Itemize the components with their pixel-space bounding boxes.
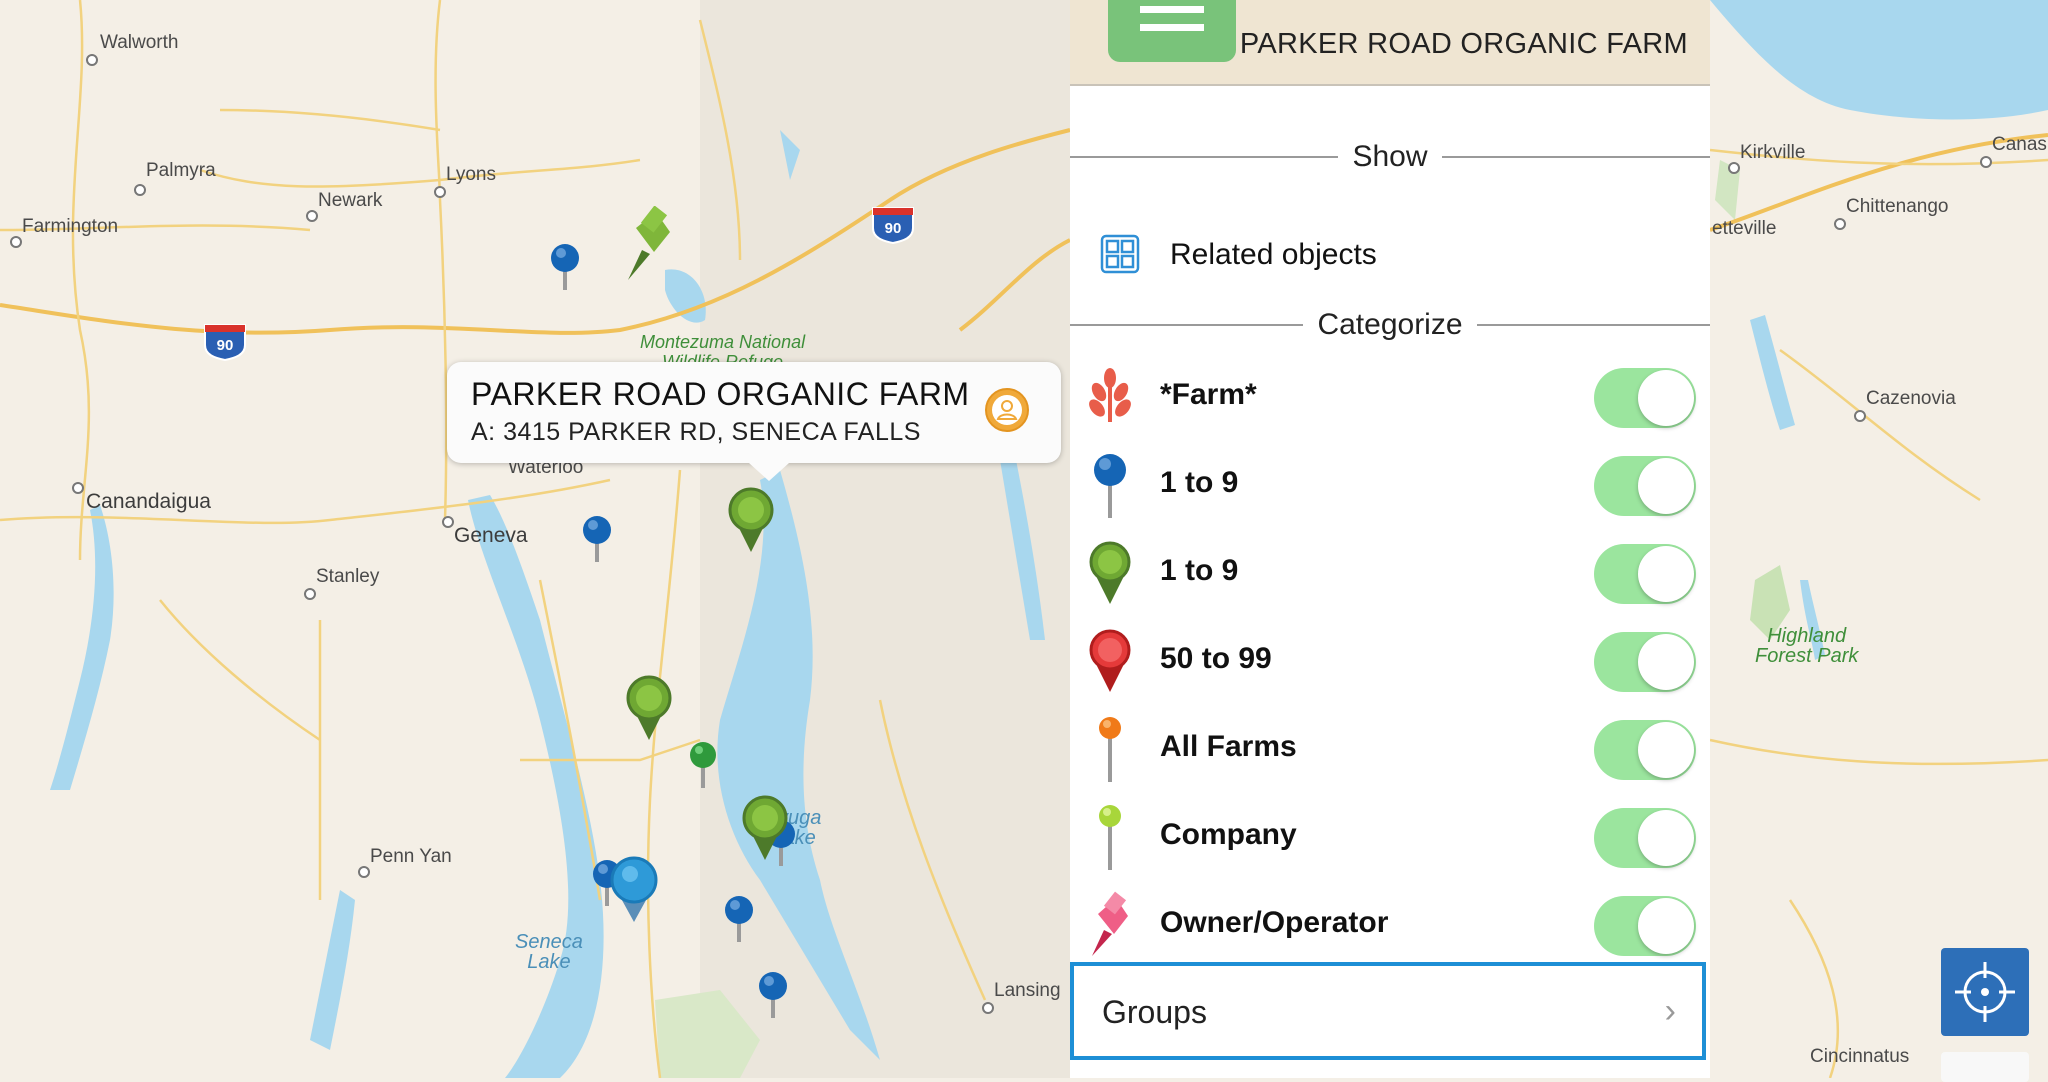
blue-pin-icon (1094, 454, 1126, 518)
town-dot (1854, 410, 1866, 422)
place-farmington: Farmington (22, 216, 119, 237)
town-dot (1728, 162, 1740, 174)
place-walworth: Walworth (100, 32, 179, 53)
section-show-label: Show (1338, 140, 1442, 173)
red-marker-icon (1089, 629, 1131, 692)
groups-row[interactable]: Groups › (1070, 962, 1706, 1060)
town-dot (1980, 156, 1992, 168)
town-dot (442, 516, 454, 528)
category-row-50-to-99[interactable]: 50 to 99 (1070, 618, 1710, 704)
section-categorize-label: Categorize (1303, 308, 1477, 341)
category-row-company[interactable]: Company (1070, 794, 1710, 880)
place-lyons: Lyons (446, 164, 496, 185)
place-cazenovia: Cazenovia (1866, 388, 1956, 409)
map-pin-green[interactable] (688, 740, 718, 790)
document-icon (1108, 0, 1236, 62)
town-dot (10, 236, 22, 248)
panel-header: PARKER ROAD ORGANIC FARM (1070, 0, 1710, 86)
place-fayetteville: etteville (1712, 218, 1777, 239)
category-row-owner-operator[interactable]: Owner/Operator (1070, 882, 1710, 968)
place-geneva: Geneva (454, 524, 528, 547)
map-pin-blue-cluster[interactable] (606, 856, 662, 926)
map-callout[interactable]: PARKER ROAD ORGANIC FARM A: 3415 PARKER … (447, 362, 1061, 481)
town-dot (358, 866, 370, 878)
callout-title: PARKER ROAD ORGANIC FARM (471, 376, 970, 412)
category-toggle[interactable] (1594, 456, 1696, 516)
pushpin-icon (1092, 891, 1128, 956)
water-label-seneca-lake: Seneca Lake (515, 931, 583, 973)
category-toggle[interactable] (1594, 720, 1696, 780)
place-stanley: Stanley (316, 566, 380, 587)
layers-panel: PARKER ROAD ORGANIC FARM Show Related ob… (1070, 0, 1710, 1078)
place-cincinnatus: Cincinnatus (1810, 1046, 1910, 1067)
category-row-farm[interactable]: *Farm* (1070, 354, 1710, 440)
map-marker-green[interactable] (624, 674, 674, 742)
map-pin-blue[interactable] (548, 242, 582, 292)
town-dot (306, 210, 318, 222)
town-dot (134, 184, 146, 196)
category-toggle[interactable] (1594, 896, 1696, 956)
place-newark: Newark (318, 190, 383, 211)
interstate-shield-2: 90 (872, 207, 914, 245)
map-pushpin-green[interactable] (620, 206, 676, 282)
crosshair-icon (1955, 962, 2015, 1022)
map-marker-green[interactable] (740, 794, 790, 862)
category-toggle[interactable] (1594, 808, 1696, 868)
wheat-icon (1089, 368, 1131, 422)
interstate-shield-1: 90 (204, 324, 246, 362)
map-marker-green[interactable] (726, 486, 776, 554)
locate-button[interactable] (1941, 948, 2029, 1036)
place-chittenango: Chittenango (1846, 196, 1949, 217)
category-row-1-to-9-green[interactable]: 1 to 9 (1070, 530, 1710, 616)
town-dot (304, 588, 316, 600)
category-label: Company (1160, 818, 1297, 851)
map-pin-blue[interactable] (580, 514, 614, 564)
map-pin-blue[interactable] (722, 894, 756, 944)
place-lansing: Lansing (994, 980, 1061, 1001)
category-label: Owner/Operator (1160, 906, 1389, 939)
green-marker-icon (1089, 541, 1131, 604)
category-row-1-to-9-blue[interactable]: 1 to 9 (1070, 442, 1710, 528)
callout-address: A: 3415 PARKER RD, SENECA FALLS (471, 418, 921, 446)
category-toggle[interactable] (1594, 632, 1696, 692)
place-kirkville: Kirkville (1740, 142, 1806, 163)
place-palmyra: Palmyra (146, 160, 216, 181)
town-dot (434, 186, 446, 198)
category-label: 1 to 9 (1160, 554, 1239, 587)
svg-text:90: 90 (885, 220, 902, 237)
town-dot (86, 54, 98, 66)
section-show: Show (1070, 136, 1710, 176)
orange-pin-icon (1099, 717, 1121, 782)
category-row-all-farms[interactable]: All Farms (1070, 706, 1710, 792)
lime-pin-icon (1099, 805, 1121, 870)
chevron-right-icon: › (1664, 992, 1676, 1030)
place-penn-yan: Penn Yan (370, 846, 452, 867)
related-objects-row[interactable]: Related objects (1070, 222, 1710, 284)
related-objects-label: Related objects (1170, 238, 1377, 271)
park-label-highland: Highland Forest Park (1755, 625, 1859, 667)
town-dot (982, 1002, 994, 1014)
svg-text:90: 90 (217, 337, 234, 354)
map-pin-blue[interactable] (756, 970, 790, 1020)
category-label: *Farm* (1160, 378, 1257, 411)
section-categorize: Categorize (1070, 304, 1710, 344)
category-label: All Farms (1160, 730, 1297, 763)
category-toggle[interactable] (1594, 544, 1696, 604)
person-icon[interactable] (985, 388, 1029, 432)
place-canandaigua: Canandaigua (86, 490, 211, 513)
category-label: 50 to 99 (1160, 642, 1272, 675)
town-dot (72, 482, 84, 494)
place-canas: Canas (1992, 134, 2047, 155)
town-dot (1834, 218, 1846, 230)
category-toggle[interactable] (1594, 368, 1696, 428)
panel-header-title: PARKER ROAD ORGANIC FARM (1239, 28, 1688, 60)
grid-icon (1100, 234, 1140, 274)
category-label: 1 to 9 (1160, 466, 1239, 499)
groups-label: Groups (1102, 994, 1207, 1030)
